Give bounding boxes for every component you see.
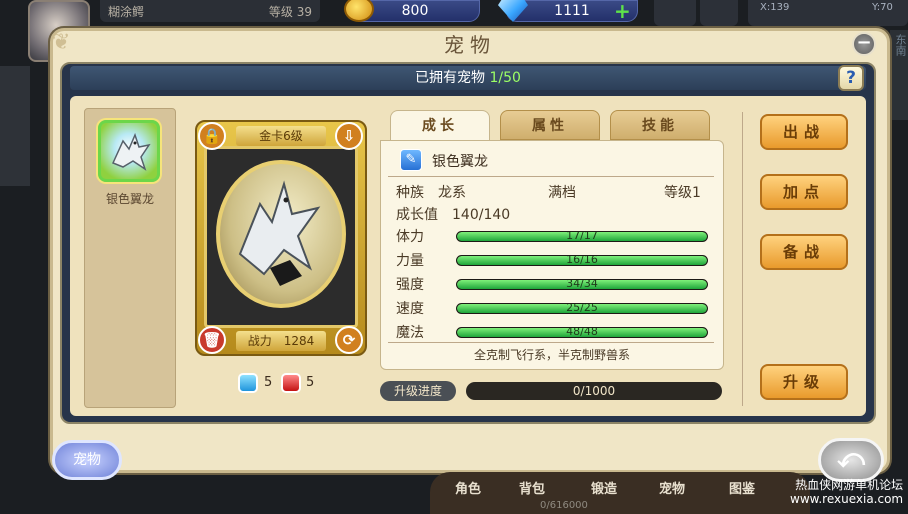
fight-button[interactable]: 出战 — [760, 114, 848, 150]
upgrade-progress-bar: 0/1000 — [466, 382, 722, 400]
coord-x: X:139 — [760, 2, 790, 13]
pet-growth: 成长值 140/140 — [396, 207, 511, 223]
dock-item-forge[interactable]: 锻造 — [582, 478, 626, 497]
owned-label: 已拥有宠物 — [415, 70, 486, 86]
dock-sub-value: 0/616000 — [540, 500, 588, 511]
pet-full-tier: 满档 — [548, 185, 576, 201]
standby-button[interactable]: 备战 — [760, 234, 848, 270]
red-stone-icon — [281, 373, 301, 393]
divider — [742, 112, 743, 406]
help-button[interactable]: ? — [838, 65, 864, 91]
pet-tab-button[interactable]: 宠物 — [52, 440, 122, 480]
owned-pets-bar: 已拥有宠物 1/50 — [70, 66, 866, 90]
pet-list-item-name[interactable]: 银色翼龙 — [84, 190, 176, 207]
diamond-value: 1111 — [554, 3, 590, 19]
divider — [388, 176, 714, 177]
player-level: 等级 39 — [268, 5, 312, 19]
coord-y: Y:70 — [872, 2, 893, 13]
watermark-url: www.rexuexia.com — [790, 492, 904, 506]
stat-value: 48/48 — [566, 327, 598, 338]
dock-item-character[interactable]: 角色 — [446, 478, 490, 497]
pet-portrait — [216, 160, 346, 308]
stat-bar: 34/34 — [456, 279, 708, 290]
dragon-icon — [111, 132, 151, 171]
pet-description: 全克制飞行系，半克制野兽系 — [473, 348, 630, 362]
pet-thumbnail[interactable] — [98, 120, 160, 182]
tab-attributes[interactable]: 属性 — [500, 110, 600, 140]
hud-button[interactable] — [654, 0, 696, 26]
stat-bar: 25/25 — [456, 303, 708, 314]
lock-button[interactable]: 🔒 — [198, 122, 226, 150]
delete-button[interactable]: 🗑 — [198, 326, 226, 354]
watermark: 热血侠网游单机论坛 www.rexuexia.com — [790, 478, 903, 506]
card-power: 战力 1284 — [236, 331, 326, 351]
stat-label: 力量 — [396, 253, 424, 269]
player-name: 糊涂鳄 — [108, 5, 145, 19]
pet-name: 银色翼龙 — [432, 154, 488, 170]
add-points-button[interactable]: 加点 — [760, 174, 848, 210]
tab-growth[interactable]: 成长 — [390, 110, 490, 140]
add-diamond-icon[interactable]: + — [614, 0, 631, 23]
stat-value: 34/34 — [566, 279, 598, 290]
dock-item-pet[interactable]: 宠物 — [650, 478, 694, 497]
minimap-edge: 东南 — [890, 30, 908, 120]
back-button[interactable]: ⤺ — [818, 438, 884, 482]
owned-count: 1/50 — [489, 70, 521, 86]
left-edge-panel — [0, 66, 30, 186]
pet-race: 种族 龙系 — [396, 185, 466, 201]
upgrade-progress-value: 0/1000 — [572, 384, 616, 398]
window-title: 宠物 — [444, 33, 496, 57]
close-button[interactable]: − — [852, 32, 876, 56]
stat-bar: 17/17 — [456, 231, 708, 242]
dock-item-codex[interactable]: 图鉴 — [720, 478, 764, 497]
stat-label: 速度 — [396, 301, 424, 317]
red-stone-count: 5 — [306, 375, 315, 390]
blue-stone-icon — [238, 373, 258, 393]
minimap-bar: X:139 Y:70 — [748, 0, 908, 26]
stat-label: 强度 — [396, 277, 424, 293]
card-grade: 金卡6级 — [236, 126, 326, 146]
stats-icon[interactable] — [700, 0, 738, 26]
download-button[interactable]: ⇩ — [335, 122, 363, 150]
dock-item-bag[interactable]: 背包 — [510, 478, 554, 497]
gold-value: 800 — [401, 3, 429, 19]
stat-label: 魔法 — [396, 325, 424, 341]
pet-level: 等级1 — [664, 185, 701, 201]
stat-label: 体力 — [396, 229, 424, 245]
stat-bar: 16/16 — [456, 255, 708, 266]
dragon-portrait-icon — [238, 180, 321, 286]
stat-bar: 48/48 — [456, 327, 708, 338]
player-info-bar: 糊涂鳄 等级 39 — [100, 0, 320, 22]
stat-value: 16/16 — [566, 255, 598, 266]
rename-icon[interactable]: ✎ — [400, 149, 422, 171]
stat-value: 17/17 — [566, 231, 598, 242]
stat-value: 25/25 — [566, 303, 598, 314]
blue-stone-count: 5 — [264, 375, 273, 390]
divider — [388, 342, 714, 343]
tab-skills[interactable]: 技能 — [610, 110, 710, 140]
upgrade-button[interactable]: 升级 — [760, 364, 848, 400]
watermark-title: 热血侠网游单机论坛 — [795, 478, 904, 492]
swap-button[interactable]: ⟳ — [335, 326, 363, 354]
upgrade-progress-label: 升级进度 — [380, 381, 456, 401]
